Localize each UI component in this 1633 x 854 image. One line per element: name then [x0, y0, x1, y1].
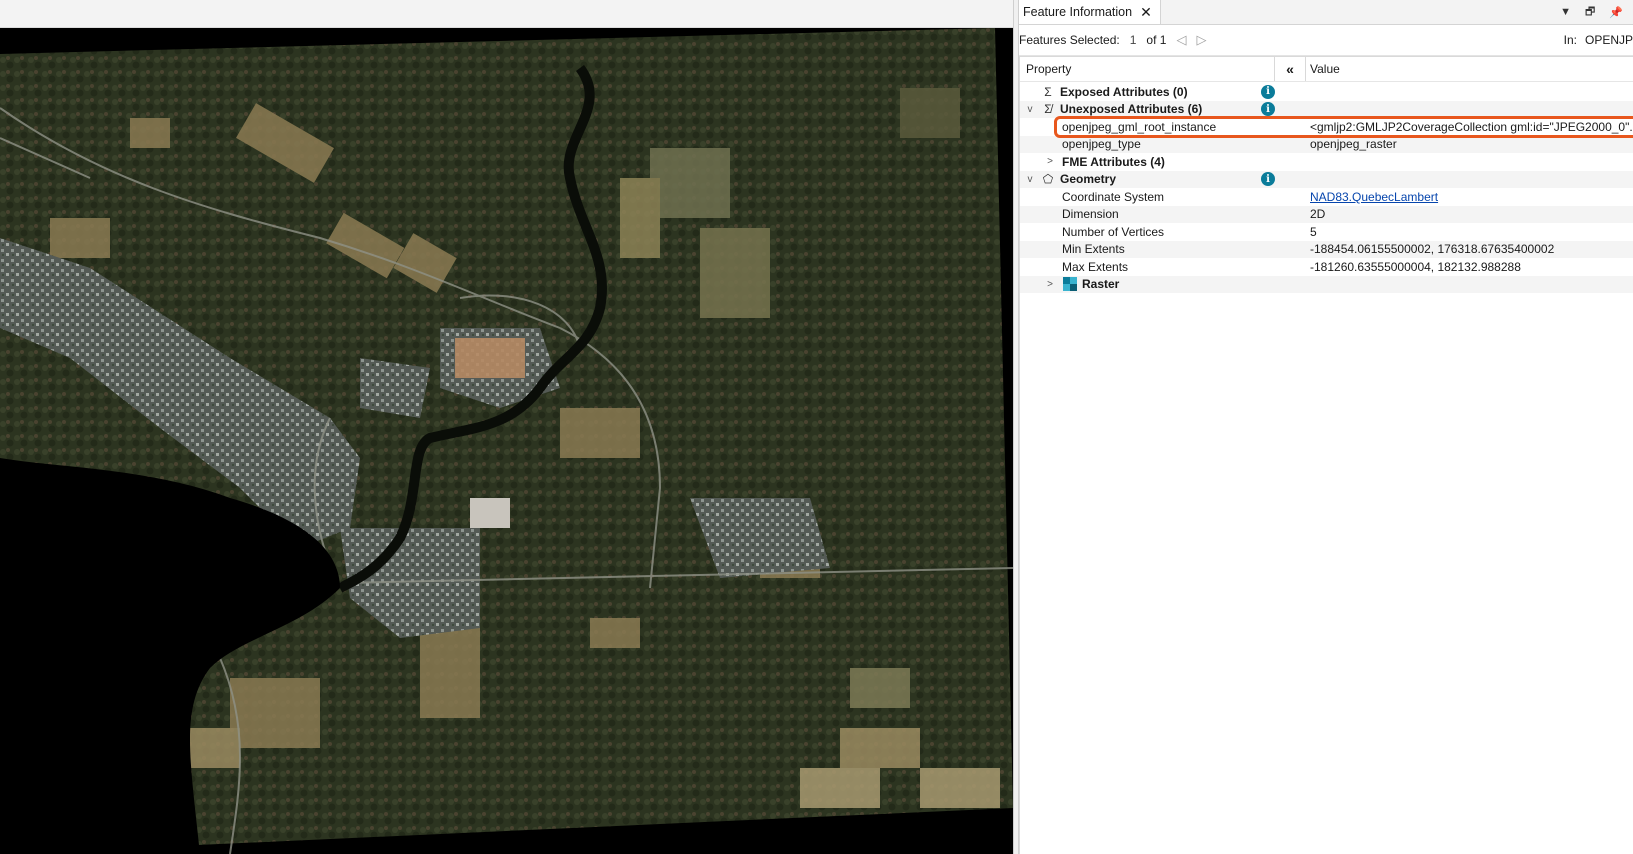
- features-selected-label: Features Selected:: [1019, 33, 1120, 47]
- row-label: Exposed Attributes (0): [1060, 84, 1188, 99]
- info-icon[interactable]: i: [1261, 172, 1275, 187]
- unexposed-sum-icon: Σ̸: [1044, 102, 1052, 117]
- chevron-right-icon[interactable]: >: [1044, 279, 1056, 290]
- row-label: FME Attributes (4): [1062, 154, 1165, 169]
- tab-title: Feature Information: [1023, 5, 1133, 19]
- raster-icon: [1062, 277, 1078, 292]
- row-raster[interactable]: > Raster: [1020, 275, 1633, 293]
- selected-count: 1: [1129, 33, 1137, 47]
- next-feature-icon[interactable]: ▷: [1196, 32, 1206, 48]
- sum-icon: Σ: [1044, 84, 1052, 99]
- coordinate-system-link[interactable]: NAD83.QuebecLambert: [1310, 190, 1438, 204]
- property-name: Number of Vertices: [1062, 224, 1165, 239]
- map-toolbar-strip: [0, 0, 1013, 28]
- dropdown-arrow-icon[interactable]: ▼: [1560, 6, 1571, 18]
- row-max-extents[interactable]: Max Extents -181260.63555000004, 182132.…: [1020, 258, 1633, 276]
- property-name: Min Extents: [1062, 242, 1125, 257]
- collapse-columns-button[interactable]: «: [1274, 57, 1306, 81]
- float-window-icon[interactable]: 🗗: [1585, 3, 1595, 22]
- property-value: 2D: [1310, 207, 1326, 222]
- attribute-tree-grid: Property « Value Σ Exposed Attributes (0…: [1019, 56, 1633, 854]
- info-icon[interactable]: i: [1261, 84, 1275, 99]
- row-label: Geometry: [1060, 172, 1117, 187]
- in-value[interactable]: OPENJP: [1585, 33, 1633, 47]
- map-view[interactable]: [0, 28, 1013, 854]
- property-value: 5: [1310, 224, 1317, 239]
- previous-feature-icon[interactable]: ◁: [1176, 32, 1186, 48]
- property-name: Dimension: [1062, 207, 1119, 222]
- selected-total: of 1: [1146, 33, 1167, 47]
- property-name: Max Extents: [1062, 259, 1129, 274]
- pin-icon[interactable]: 📌: [1609, 6, 1623, 19]
- row-min-extents[interactable]: Min Extents -188454.06155500002, 176318.…: [1020, 240, 1633, 258]
- chevron-down-icon[interactable]: v: [1024, 104, 1036, 115]
- row-dimension[interactable]: Dimension 2D: [1020, 205, 1633, 223]
- row-label: Raster: [1082, 277, 1120, 292]
- in-label: In:: [1563, 33, 1577, 47]
- close-icon[interactable]: ✕: [1140, 5, 1152, 19]
- tab-feature-information[interactable]: Feature Information ✕: [1019, 0, 1161, 24]
- row-geometry[interactable]: v ⬠ Geometry i: [1020, 170, 1633, 188]
- property-name: Coordinate System: [1062, 189, 1165, 204]
- grid-header: Property « Value: [1020, 57, 1633, 82]
- chevron-down-icon[interactable]: v: [1024, 174, 1036, 185]
- property-value: -181260.63555000004, 182132.988288: [1310, 259, 1521, 274]
- property-value: openjpeg_raster: [1310, 137, 1397, 152]
- row-fme-attributes[interactable]: > FME Attributes (4): [1020, 153, 1633, 171]
- row-exposed-attributes[interactable]: Σ Exposed Attributes (0) i: [1020, 83, 1633, 101]
- chevron-right-icon[interactable]: >: [1044, 156, 1056, 167]
- column-header-value[interactable]: Value: [1310, 62, 1340, 76]
- property-value: -188454.06155500002, 176318.67635400002: [1310, 242, 1555, 257]
- row-unexposed-attributes[interactable]: v Σ̸ Unexposed Attributes (6) i: [1020, 100, 1633, 118]
- row-label: Unexposed Attributes (6): [1060, 102, 1203, 117]
- panel-tab-bar: Feature Information ✕ ▼ 🗗 📌: [1019, 0, 1633, 25]
- feature-toolbar: Features Selected: 1 of 1 ◁ ▷ In: OPENJP: [1019, 25, 1633, 56]
- feature-information-panel: Feature Information ✕ ▼ 🗗 📌 Features Sel…: [1019, 0, 1633, 854]
- input-source: In: OPENJP: [1564, 25, 1633, 55]
- geometry-icon: ⬠: [1042, 172, 1054, 187]
- property-value: <gmljp2:GMLJP2CoverageCollection gml:id=…: [1310, 119, 1633, 134]
- row-number-of-vertices[interactable]: Number of Vertices 5: [1020, 223, 1633, 241]
- panel-window-controls: ▼ 🗗 📌: [1560, 0, 1633, 24]
- property-name: openjpeg_type: [1062, 137, 1141, 152]
- row-openjpeg-type[interactable]: openjpeg_type openjpeg_raster: [1020, 135, 1633, 153]
- property-name: openjpeg_gml_root_instance: [1062, 119, 1217, 134]
- column-header-property[interactable]: Property: [1026, 62, 1071, 76]
- info-icon[interactable]: i: [1261, 102, 1275, 117]
- row-openjpeg-gml-root-instance[interactable]: openjpeg_gml_root_instance <gmljp2:GMLJP…: [1020, 118, 1633, 136]
- row-coordinate-system[interactable]: Coordinate System NAD83.QuebecLambert: [1020, 188, 1633, 206]
- satellite-raster-image: [0, 28, 1013, 854]
